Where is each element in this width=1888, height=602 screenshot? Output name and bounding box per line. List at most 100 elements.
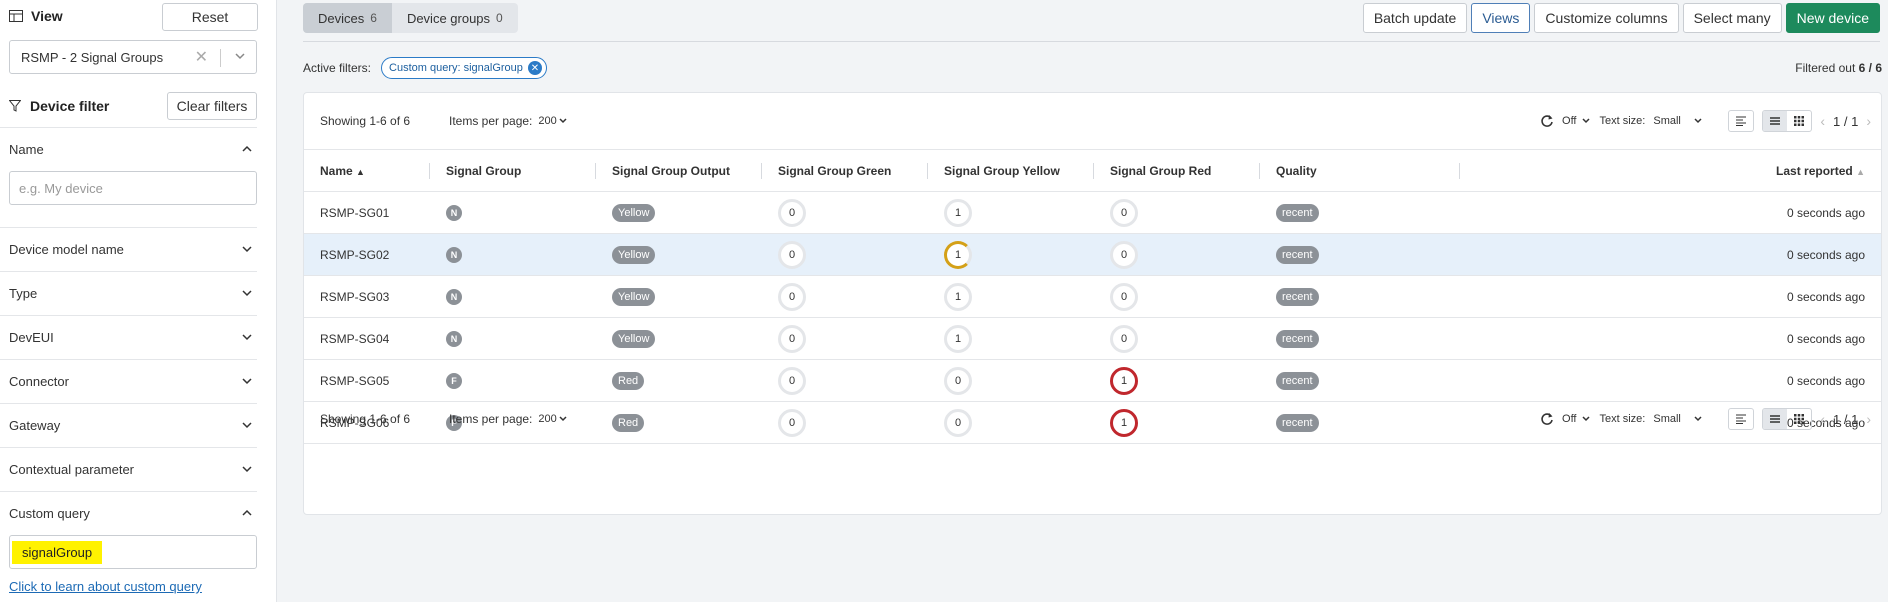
text-size-value: Small <box>1653 115 1681 127</box>
quality-badge: recent <box>1276 245 1319 264</box>
filter-chip[interactable]: Custom query: signalGroup ✕ <box>381 57 547 79</box>
filter-section-gateway[interactable]: Gateway <box>0 403 257 447</box>
new-device-button[interactable]: New device <box>1785 3 1880 33</box>
table-icon <box>9 10 23 22</box>
layout-toggle <box>1762 110 1813 132</box>
text-size-select[interactable]: Small <box>1653 115 1704 127</box>
column-label: Signal Group Output <box>612 163 730 178</box>
table-row[interactable]: RSMP-SG03 N Yellow 0 1 0 recent 0 seconds ago <box>304 275 1881 318</box>
align-left-icon[interactable] <box>1728 110 1755 132</box>
filtered-out-label: Filtered out <box>1795 61 1856 75</box>
refresh-select[interactable]: Off <box>1562 413 1591 425</box>
chevron-up-icon <box>242 145 252 152</box>
chevron-down-icon[interactable] <box>234 50 246 62</box>
green-gauge: 0 <box>778 324 806 353</box>
refresh-icon[interactable] <box>1540 114 1554 128</box>
column-header-signal-group-output[interactable]: Signal Group Output <box>596 149 762 192</box>
output-badge: Yellow <box>612 245 656 264</box>
filter-section-deveui[interactable]: DevEUI <box>0 315 257 359</box>
view-select[interactable]: RSMP - 2 Signal Groups ✕ <box>9 40 257 74</box>
refresh-value: Off <box>1562 413 1577 425</box>
cell-green: 0 <box>762 275 928 318</box>
filter-section-name[interactable]: Name <box>0 127 257 171</box>
chevron-down-icon <box>242 466 252 473</box>
filter-section-contextual-parameter[interactable]: Contextual parameter <box>0 447 257 491</box>
column-header-name[interactable]: Name ▲ <box>304 149 430 192</box>
items-per-page-label: Items per page: <box>449 114 533 128</box>
quality-badge: recent <box>1276 287 1319 306</box>
quality-badge: recent <box>1276 371 1319 390</box>
filter-section-connector[interactable]: Connector <box>0 359 257 403</box>
refresh-icon[interactable] <box>1540 412 1554 426</box>
grid-view-icon[interactable] <box>1787 111 1811 131</box>
showing-count: Showing 1-6 of 6 <box>320 114 411 128</box>
filter-section-type[interactable]: Type <box>0 271 257 315</box>
table-row[interactable]: RSMP-SG01 N Yellow 0 1 0 recent 0 seconds ago <box>304 191 1881 234</box>
red-gauge: 0 <box>1110 324 1138 353</box>
close-icon[interactable]: ✕ <box>527 61 542 75</box>
sidebar: View Reset RSMP - 2 Signal Groups ✕ Devi… <box>0 0 277 602</box>
view-title: View <box>31 8 63 24</box>
name-filter-input[interactable]: e.g. My device <box>9 171 257 205</box>
quality-badge: recent <box>1276 203 1319 222</box>
customize-columns-button[interactable]: Customize columns <box>1534 3 1679 33</box>
signal-group-badge: N <box>446 288 462 305</box>
section-label: Name <box>9 142 44 157</box>
filter-section-custom-query[interactable]: Custom query <box>0 491 257 535</box>
section-label: Device model name <box>9 242 124 257</box>
align-left-icon[interactable] <box>1728 408 1755 430</box>
column-header-quality[interactable]: Quality <box>1260 149 1460 192</box>
select-many-button[interactable]: Select many <box>1682 3 1782 33</box>
chevron-down-icon <box>1694 118 1702 124</box>
clear-icon[interactable]: ✕ <box>195 47 208 67</box>
learn-custom-query-link[interactable]: Click to learn about custom query <box>9 579 202 594</box>
refresh-select[interactable]: Off <box>1562 115 1591 127</box>
text-size-value: Small <box>1653 413 1681 425</box>
filter-section-device-model-name[interactable]: Device model name <box>0 227 257 271</box>
items-per-page-value: 200 <box>538 413 557 425</box>
filtered-out-value: 6 / 6 <box>1858 61 1882 75</box>
next-page-icon[interactable]: › <box>1866 411 1871 427</box>
column-header-signal-group-green[interactable]: Signal Group Green <box>762 149 928 192</box>
text-size-select[interactable]: Small <box>1653 413 1704 425</box>
cell-signal-group: N <box>430 275 596 318</box>
custom-query-input[interactable]: signalGroup <box>9 535 257 569</box>
chevron-down-icon <box>242 246 252 253</box>
items-per-page-select[interactable]: 200 <box>538 413 568 425</box>
list-view-icon[interactable] <box>1763 111 1788 131</box>
cell-yellow: 1 <box>928 275 1094 318</box>
views-button[interactable]: Views <box>1471 3 1531 33</box>
list-view-icon[interactable] <box>1763 409 1788 429</box>
table-row[interactable]: RSMP-SG02 N Yellow 0 1 0 recent 0 seconds ago <box>304 233 1881 276</box>
toolbar: Batch update Views Customize columns Sel… <box>1362 3 1880 33</box>
chevron-down-icon <box>559 416 567 422</box>
cell-yellow: 1 <box>928 233 1094 276</box>
tab-devices[interactable]: Devices 6 <box>303 3 392 33</box>
next-page-icon[interactable]: › <box>1866 113 1871 129</box>
prev-page-icon[interactable]: ‹ <box>1820 113 1825 129</box>
green-gauge: 0 <box>778 282 806 311</box>
cell-yellow: 1 <box>928 317 1094 360</box>
tab-bar: Devices 6 Device groups 0 <box>303 3 518 33</box>
grid-view-icon[interactable] <box>1787 409 1811 429</box>
pager-bottom: Showing 1-6 of 6 Items per page: 200 Off… <box>304 391 1881 447</box>
items-per-page-select[interactable]: 200 <box>538 115 568 127</box>
cell-quality: recent <box>1260 191 1460 234</box>
cell-name: RSMP-SG01 <box>304 191 430 234</box>
column-header-signal-group-red[interactable]: Signal Group Red <box>1094 149 1260 192</box>
table-row[interactable]: RSMP-SG04 N Yellow 0 1 0 recent 0 seconds ago <box>304 317 1881 360</box>
batch-update-button[interactable]: Batch update <box>1362 3 1468 33</box>
clear-filters-button[interactable]: Clear filters <box>167 92 257 120</box>
refresh-value: Off <box>1562 115 1577 127</box>
tab-device-groups[interactable]: Device groups 0 <box>392 3 518 33</box>
column-header-last-reported[interactable]: Last reported ▲ <box>1460 149 1881 192</box>
reset-button[interactable]: Reset <box>162 3 258 31</box>
column-header-signal-group-yellow[interactable]: Signal Group Yellow <box>928 149 1094 192</box>
section-label: Connector <box>9 374 69 389</box>
cell-output: Yellow <box>596 275 762 318</box>
prev-page-icon[interactable]: ‹ <box>1820 411 1825 427</box>
column-header-signal-group[interactable]: Signal Group <box>430 149 596 192</box>
tab-count: 6 <box>370 11 377 25</box>
red-gauge: 0 <box>1110 240 1138 269</box>
chevron-down-icon <box>242 290 252 297</box>
